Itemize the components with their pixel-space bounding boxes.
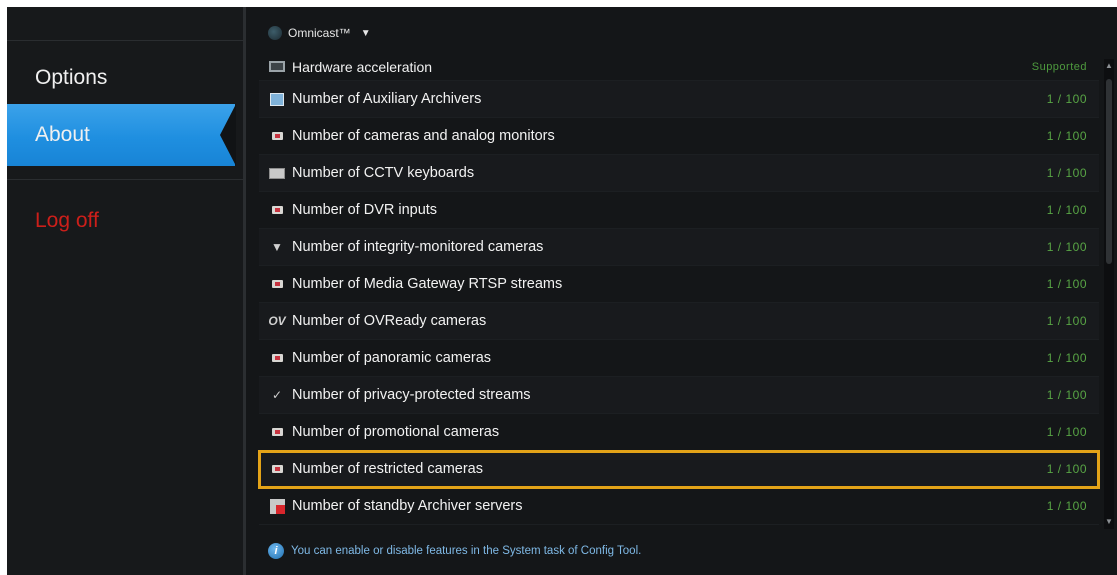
feature-row: Number of cameras and analog monitors 1 … bbox=[259, 118, 1099, 155]
feature-value: 1 / 100 bbox=[1046, 240, 1087, 254]
feature-row: Hardware acceleration Supported bbox=[259, 53, 1099, 81]
scrollbar[interactable]: ▲ ▼ bbox=[1104, 59, 1114, 529]
feature-value: 1 / 100 bbox=[1046, 92, 1087, 106]
feature-label: Number of promotional cameras bbox=[292, 424, 500, 440]
feature-label: Number of CCTV keyboards bbox=[292, 165, 475, 181]
scroll-down-icon[interactable]: ▼ bbox=[1104, 517, 1114, 527]
sidebar-divider bbox=[7, 179, 245, 180]
feature-label: Number of Auxiliary Archivers bbox=[292, 91, 482, 107]
info-text: You can enable or disable features in th… bbox=[291, 545, 642, 557]
feature-label: Number of OVReady cameras bbox=[292, 313, 487, 329]
standby-archiver-icon bbox=[268, 498, 286, 514]
sidebar-item-about-label: About bbox=[35, 123, 90, 146]
feature-row: ✓ Number of privacy-protected streams 1 … bbox=[259, 377, 1099, 414]
info-footer: i You can enable or disable features in … bbox=[268, 541, 641, 561]
feature-row: Number of Auxiliary Archivers 1 / 100 bbox=[259, 81, 1099, 118]
camera-icon bbox=[268, 277, 286, 291]
auxiliary-archiver-icon bbox=[268, 92, 286, 106]
ovready-icon: OV bbox=[268, 314, 286, 328]
info-icon: i bbox=[268, 543, 284, 559]
feature-label: Number of privacy-protected streams bbox=[292, 387, 531, 403]
keyboard-icon bbox=[268, 166, 286, 180]
feature-row: Number of CCTV keyboards 1 / 100 bbox=[259, 155, 1099, 192]
integrity-camera-icon: ▼ bbox=[271, 240, 283, 254]
feature-label: Number of Media Gateway RTSP streams bbox=[292, 276, 563, 292]
feature-row: Number of DVR inputs 1 / 100 bbox=[259, 192, 1099, 229]
product-selector[interactable]: Omnicast™ ▼ bbox=[268, 21, 371, 45]
feature-value: 1 / 100 bbox=[1046, 203, 1087, 217]
omnicast-logo-icon bbox=[268, 26, 282, 40]
camera-icon bbox=[268, 129, 286, 143]
feature-value: 1 / 100 bbox=[1046, 351, 1087, 365]
feature-value: 1 / 100 bbox=[1046, 499, 1087, 513]
sidebar-item-options[interactable]: Options bbox=[7, 47, 245, 109]
feature-row: Number of Media Gateway RTSP streams 1 /… bbox=[259, 266, 1099, 303]
feature-label: Number of DVR inputs bbox=[292, 202, 438, 218]
feature-value: 1 / 100 bbox=[1046, 277, 1087, 291]
feature-value: Supported bbox=[1031, 60, 1087, 73]
camera-icon bbox=[268, 203, 286, 217]
product-name: Omnicast™ bbox=[288, 26, 351, 40]
feature-row: ▼ Number of integrity-monitored cameras … bbox=[259, 229, 1099, 266]
privacy-icon: ✓ bbox=[271, 388, 283, 402]
feature-row: Number of promotional cameras 1 / 100 bbox=[259, 414, 1099, 451]
selection-notch bbox=[220, 104, 236, 166]
dropdown-caret-icon: ▼ bbox=[360, 27, 371, 39]
sidebar-divider bbox=[7, 40, 245, 41]
camera-icon bbox=[268, 462, 286, 476]
feature-value: 1 / 100 bbox=[1046, 129, 1087, 143]
feature-row: OV Number of OVReady cameras 1 / 100 bbox=[259, 303, 1099, 340]
scroll-up-icon[interactable]: ▲ bbox=[1104, 61, 1114, 71]
feature-value: 1 / 100 bbox=[1046, 166, 1087, 180]
feature-label: Number of integrity-monitored cameras bbox=[292, 239, 544, 255]
feature-value: 1 / 100 bbox=[1046, 388, 1087, 402]
feature-label: Number of panoramic cameras bbox=[292, 350, 492, 366]
feature-value: 1 / 100 bbox=[1046, 425, 1087, 439]
feature-label: Hardware acceleration bbox=[292, 58, 433, 75]
scroll-thumb[interactable] bbox=[1106, 79, 1112, 264]
feature-label: Number of standby Archiver servers bbox=[292, 498, 523, 514]
about-panel: Omnicast™ ▼ Hardware acceleration Suppor… bbox=[246, 7, 1117, 575]
feature-value: 1 / 100 bbox=[1046, 462, 1087, 476]
sidebar-item-about[interactable]: About bbox=[7, 104, 236, 166]
feature-label: Number of cameras and analog monitors bbox=[292, 128, 555, 144]
feature-row: Number of panoramic cameras 1 / 100 bbox=[259, 340, 1099, 377]
sidebar: Options About Log off bbox=[7, 7, 245, 575]
app-window: Options About Log off Omnicast™ ▼ Hardwa… bbox=[7, 7, 1117, 575]
feature-value: 1 / 100 bbox=[1046, 314, 1087, 328]
camera-icon bbox=[268, 351, 286, 365]
logoff-button[interactable]: Log off bbox=[7, 190, 245, 252]
feature-row: Number of standby Archiver servers 1 / 1… bbox=[259, 488, 1099, 525]
feature-label: Number of restricted cameras bbox=[292, 461, 483, 477]
camera-icon bbox=[268, 425, 286, 439]
feature-row-highlighted: Number of restricted cameras 1 / 100 bbox=[258, 450, 1100, 489]
feature-list: Hardware acceleration Supported Number o… bbox=[258, 53, 1100, 525]
hardware-icon bbox=[268, 60, 286, 74]
